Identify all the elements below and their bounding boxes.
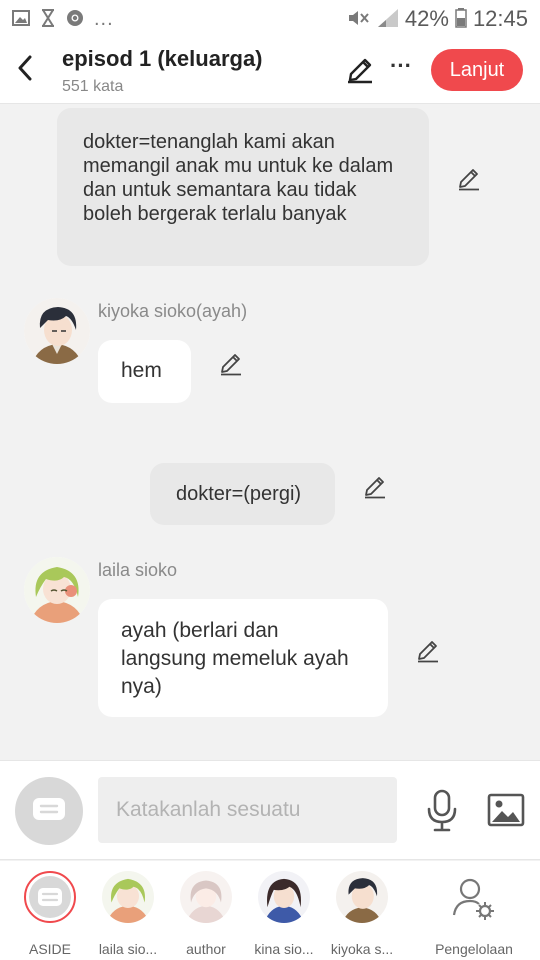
message-input[interactable] — [98, 777, 397, 843]
aside-toggle-button[interactable] — [15, 777, 83, 845]
pencil-icon — [459, 169, 479, 191]
tab-label: Pengelolaan — [435, 941, 513, 957]
pencil-icon — [365, 477, 385, 499]
tab-label: kiyoka s... — [330, 941, 394, 957]
laila-avatar — [102, 871, 154, 923]
aside-avatar — [24, 871, 76, 923]
pencil-icon — [221, 354, 241, 376]
overflow-dots: ... — [94, 7, 114, 30]
tab-author[interactable]: author — [168, 871, 244, 957]
chevron-left-icon — [18, 55, 32, 81]
character-tab-bar: ASIDE laila sio... author kina sio... ki… — [0, 861, 540, 960]
laila-avatar-illustration — [24, 557, 90, 623]
edit-message-button[interactable] — [415, 638, 441, 664]
status-bar: ... 42% 12:45 — [0, 0, 540, 38]
message-text: ayah (berlari dan langsung memeluk ayah … — [121, 619, 349, 698]
battery-percent: 42% — [404, 6, 449, 31]
avatar-kiyoka[interactable] — [24, 298, 90, 364]
narration-text: dokter=(pergi) — [176, 483, 302, 505]
pencil-icon — [418, 641, 438, 663]
battery-icon — [455, 7, 467, 31]
tab-laila[interactable]: laila sio... — [90, 871, 166, 957]
more-options-button[interactable]: ··· — [386, 55, 416, 84]
microphone-button[interactable] — [424, 789, 460, 833]
edit-message-button[interactable] — [362, 474, 388, 500]
episode-title: episod 1 (keluarga) — [62, 46, 263, 71]
next-button[interactable]: Lanjut — [431, 49, 523, 91]
speech-bubble-icon — [33, 798, 65, 820]
signal-icon — [377, 8, 399, 31]
pencil-icon — [348, 58, 372, 84]
speaker-name: kiyoka sioko(ayah) — [98, 301, 248, 321]
tab-label: ASIDE — [28, 941, 71, 957]
chat-area[interactable]: dokter=tenanglah kami akan memangil anak… — [0, 104, 540, 760]
narration-text: dokter=tenanglah kami akan memangil anak… — [83, 131, 394, 225]
notification-area: ... — [12, 8, 347, 31]
avatar-laila[interactable] — [24, 557, 90, 623]
word-count: 551 kata — [62, 78, 124, 95]
edit-message-button[interactable] — [456, 166, 482, 192]
system-status: 42% 12:45 — [347, 6, 528, 32]
microphone-icon — [427, 789, 457, 832]
kiyoka-avatar-illustration — [24, 298, 90, 364]
speech-bubble-icon — [29, 876, 71, 918]
tab-label: laila sio... — [98, 941, 158, 957]
tab-management[interactable]: Pengelolaan — [434, 871, 514, 957]
kina-avatar — [258, 871, 310, 923]
tab-kina[interactable]: kina sio... — [246, 871, 322, 957]
tab-aside[interactable]: ASIDE — [12, 871, 88, 957]
tab-label: kina sio... — [254, 941, 314, 957]
user-settings-icon — [448, 871, 500, 923]
edit-title-button[interactable] — [344, 54, 376, 86]
narration-bubble[interactable]: dokter=tenanglah kami akan memangil anak… — [57, 108, 429, 266]
clock: 12:45 — [472, 6, 528, 31]
tab-kiyoka[interactable]: kiyoka s... — [324, 871, 400, 957]
speaker-name: laila sioko — [98, 560, 178, 580]
message-text: hem — [121, 359, 162, 382]
mute-icon — [347, 9, 371, 30]
tab-label: author — [186, 941, 226, 957]
character-bubble[interactable]: ayah (berlari dan langsung memeluk ayah … — [98, 599, 388, 717]
hourglass-icon — [40, 8, 56, 30]
character-bubble[interactable]: hem — [98, 340, 191, 403]
kiyoka-avatar — [336, 871, 388, 923]
insert-image-button[interactable] — [487, 791, 525, 829]
composer-bar — [0, 760, 540, 860]
edit-message-button[interactable] — [218, 351, 244, 377]
back-button[interactable] — [10, 52, 40, 84]
image-icon — [12, 9, 30, 29]
narration-bubble[interactable]: dokter=(pergi) — [150, 463, 335, 525]
image-icon — [487, 793, 525, 827]
episode-header: episod 1 (keluarga) 551 kata ··· Lanjut — [0, 38, 540, 104]
chrome-icon — [66, 9, 84, 30]
author-avatar — [180, 871, 232, 923]
